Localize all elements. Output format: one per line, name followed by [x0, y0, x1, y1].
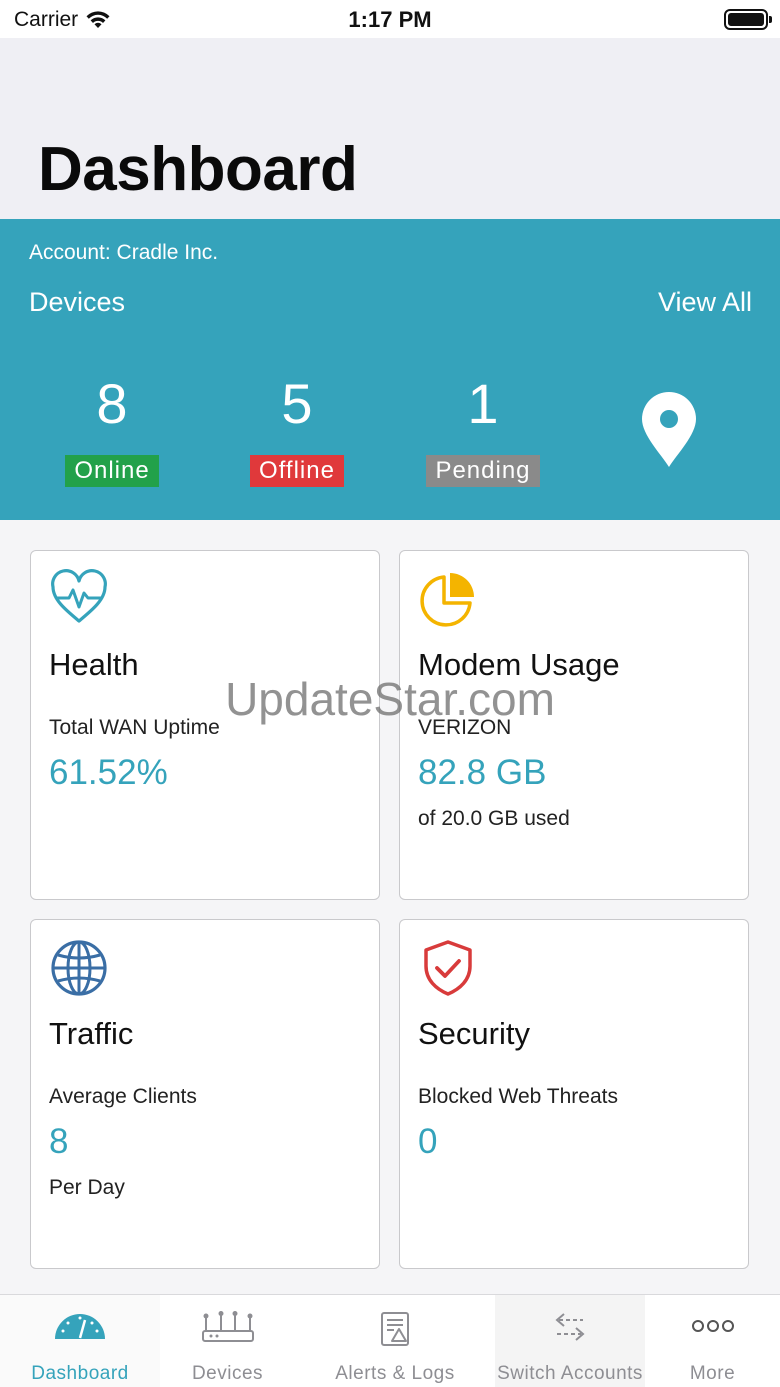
tab-switch-accounts-label: Switch Accounts [497, 1363, 643, 1384]
security-card[interactable]: Security Blocked Web Threats 0 [399, 919, 749, 1269]
modem-usage-card[interactable]: Modem Usage VERIZON 82.8 GB of 20.0 GB u… [399, 550, 749, 900]
devices-summary-banner: Account: Cradle Inc. Devices View All 8 … [0, 219, 780, 520]
status-time: 1:17 PM [348, 7, 432, 32]
map-pin-icon[interactable] [640, 391, 698, 469]
health-card[interactable]: Health Total WAN Uptime 61.52% [30, 550, 380, 900]
online-devices-stat[interactable]: 8 Online [37, 369, 187, 487]
blocked-threats-value: 0 [418, 1122, 438, 1161]
traffic-title: Traffic [49, 1016, 134, 1051]
globe-icon [51, 940, 107, 996]
tab-alerts-logs-label: Alerts & Logs [335, 1363, 455, 1384]
offline-badge: Offline [250, 455, 344, 487]
wan-uptime-label: Total WAN Uptime [49, 716, 220, 739]
swap-arrows-icon [555, 1313, 585, 1341]
wan-uptime-value: 61.52% [49, 753, 168, 792]
router-icon [201, 1311, 254, 1342]
health-title: Health [49, 647, 139, 682]
battery-icon [724, 9, 772, 30]
account-label: Account: Cradle Inc. [29, 241, 219, 264]
navigation-header: Dashboard [0, 38, 780, 219]
pending-badge: Pending [426, 455, 540, 487]
average-clients-label: Average Clients [49, 1085, 197, 1108]
online-count: 8 [96, 372, 128, 435]
data-used-value: 82.8 GB [418, 753, 547, 792]
pending-devices-stat[interactable]: 1 Pending [408, 369, 558, 487]
pie-chart-icon [420, 573, 474, 627]
status-bar: Carrier 1:17 PM [0, 0, 780, 38]
speedometer-icon [55, 1314, 105, 1339]
devices-section-label: Devices [29, 287, 126, 317]
tab-dashboard[interactable]: Dashboard [0, 1295, 160, 1387]
tab-devices-label: Devices [191, 1363, 264, 1384]
tab-switch-accounts[interactable]: Switch Accounts [495, 1295, 645, 1387]
tab-bar: Dashboard Devices Alerts & Logs Switch A… [0, 1294, 780, 1387]
shield-check-icon [424, 940, 472, 996]
heart-pulse-icon [51, 569, 107, 623]
tab-devices[interactable]: Devices [160, 1295, 295, 1387]
wifi-icon [86, 11, 110, 28]
carrier-name: Carrier [14, 8, 79, 31]
carrier-label: VERIZON [418, 716, 512, 739]
more-dots-icon [691, 1320, 734, 1332]
online-badge: Online [65, 455, 159, 487]
page-title: Dashboard [38, 135, 358, 204]
offline-devices-stat[interactable]: 5 Offline [222, 369, 372, 487]
tab-more-label: More [689, 1363, 736, 1384]
traffic-card[interactable]: Traffic Average Clients 8 Per Day [30, 919, 380, 1269]
tab-dashboard-label: Dashboard [31, 1363, 129, 1384]
blocked-threats-label: Blocked Web Threats [418, 1085, 618, 1108]
carrier-indicator: Carrier [14, 8, 112, 32]
offline-count: 5 [281, 372, 313, 435]
average-clients-value: 8 [49, 1122, 69, 1161]
data-quota-label: of 20.0 GB used [418, 807, 570, 830]
security-title: Security [418, 1016, 530, 1051]
view-all-link[interactable]: View All [658, 287, 752, 318]
pending-count: 1 [467, 372, 499, 435]
per-day-label: Per Day [49, 1176, 125, 1199]
tab-more[interactable]: More [645, 1295, 780, 1387]
modem-usage-title: Modem Usage [418, 647, 620, 682]
log-document-icon [381, 1312, 409, 1346]
tab-alerts-logs[interactable]: Alerts & Logs [295, 1295, 495, 1387]
